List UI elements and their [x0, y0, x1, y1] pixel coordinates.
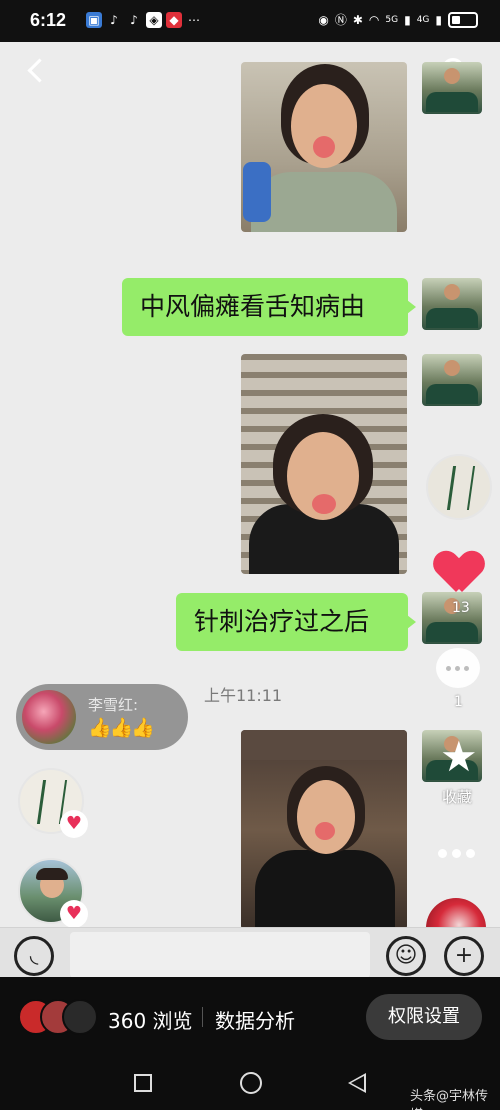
message-bubble[interactable]: 中风偏瘫看舌知病由 — [122, 278, 416, 336]
chat-area[interactable]: 中风偏瘫看舌知病由 针刺治疗过之后 上午11:11 李雪红: 👍👍👍 ♥ ♥ 1… — [0, 42, 500, 977]
divider — [202, 1007, 203, 1027]
message-input[interactable] — [70, 932, 370, 977]
live-comment: 李雪红: 👍👍👍 — [16, 684, 188, 750]
star-icon[interactable]: ★ — [440, 736, 478, 778]
comment-count: 1 — [454, 694, 463, 710]
like-heart-icon[interactable] — [436, 552, 482, 594]
signal-icon: ▮ — [404, 12, 411, 27]
network-label: 5G — [385, 14, 399, 25]
stats-bar: 360 浏览 数据分析 权限设置 — [0, 977, 500, 1057]
home-icon[interactable] — [240, 1072, 262, 1094]
heart-icon[interactable]: ♥ — [60, 810, 88, 838]
status-time: 6:12 — [30, 10, 67, 30]
plus-icon[interactable]: + — [444, 936, 484, 976]
tiktok-icon: ♪ — [110, 13, 118, 27]
permission-settings-button[interactable]: 权限设置 — [366, 994, 482, 1040]
eye-icon: ◉ — [318, 12, 329, 27]
watermark: 头条@宇林传媒 — [410, 1089, 489, 1110]
back-nav-icon[interactable] — [348, 1073, 366, 1093]
sender-avatar[interactable] — [422, 278, 482, 330]
bluetooth-icon: ✱ — [352, 12, 363, 27]
sender-avatar[interactable] — [422, 62, 482, 114]
more-dots-icon: ⋯ — [188, 13, 200, 27]
viewer-avatar — [62, 999, 98, 1035]
message-bubble[interactable]: 针刺治疗过之后 — [176, 593, 416, 651]
heart-icon[interactable]: ♥ — [60, 900, 88, 928]
more-dots-icon[interactable] — [438, 846, 478, 860]
nfc-icon: Ⓝ — [334, 13, 347, 27]
like-count: 13 — [452, 600, 470, 616]
sender-avatar[interactable] — [422, 354, 482, 406]
emoji-icon[interactable]: ☺ — [386, 936, 426, 976]
network-label-2: 4G — [416, 14, 430, 25]
status-app-icons: ▣ ♪ ♪ ◈ ◆ ⋯ — [86, 12, 202, 28]
status-bar: 6:12 ▣ ♪ ♪ ◈ ◆ ⋯ ◉ Ⓝ ✱ ◠ 5G ▮ 4G ▮ — [0, 0, 500, 42]
wifi-icon: ◠ — [368, 12, 380, 27]
message-image[interactable] — [241, 62, 407, 232]
back-icon[interactable] — [24, 56, 48, 86]
voice-icon[interactable]: ◟ — [14, 936, 54, 976]
message-image[interactable] — [241, 354, 407, 574]
battery-icon — [448, 11, 478, 28]
view-count[interactable]: 360 浏览 — [108, 1005, 193, 1034]
collect-label: 收藏 — [442, 788, 473, 806]
app-icon: ◈ — [146, 12, 162, 28]
message-timestamp: 上午11:11 — [204, 686, 283, 705]
comment-icon[interactable] — [436, 648, 480, 688]
message-image[interactable] — [241, 730, 407, 930]
navigation-bar: 头条@宇林传媒 — [0, 1057, 500, 1110]
app-icon: ◆ — [166, 12, 182, 28]
tiktok-icon: ♪ — [130, 13, 138, 27]
commenter-name: 李雪红: — [88, 696, 139, 714]
data-analysis-link[interactable]: 数据分析 — [215, 1005, 295, 1034]
comment-text: 👍👍👍 — [88, 717, 155, 739]
signal-icon: ▮ — [435, 12, 442, 27]
recent-apps-icon[interactable] — [134, 1074, 152, 1092]
status-right-icons: ◉ Ⓝ ✱ ◠ 5G ▮ 4G ▮ — [318, 11, 478, 28]
channel-avatar[interactable] — [426, 454, 492, 520]
chat-input-bar: ◟ ☺ + — [0, 927, 500, 977]
commenter-avatar — [22, 690, 76, 744]
viewer-avatars[interactable] — [18, 999, 98, 1035]
gallery-icon: ▣ — [86, 12, 102, 28]
